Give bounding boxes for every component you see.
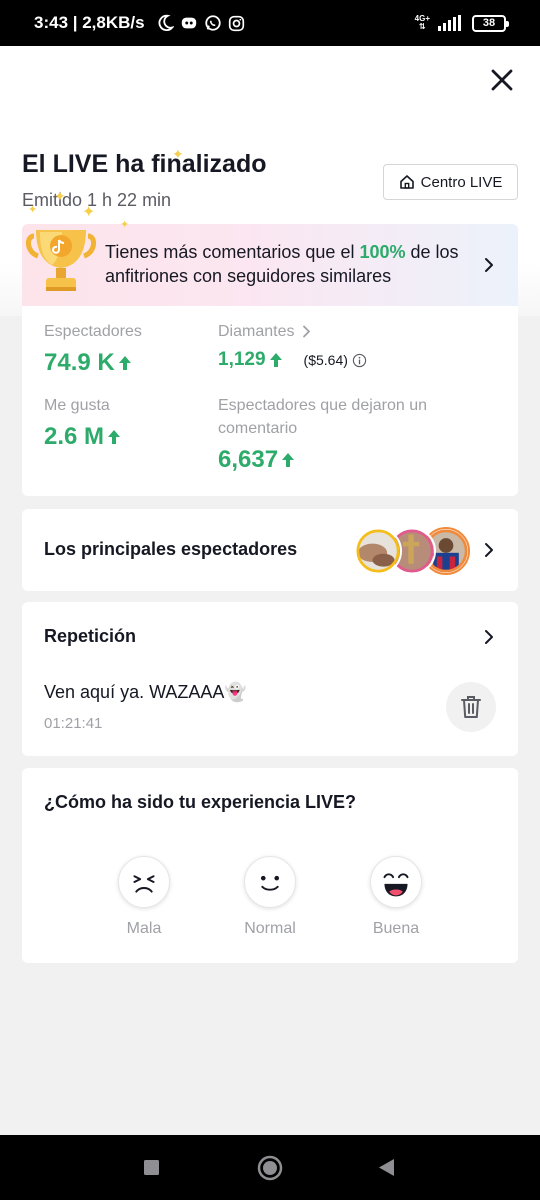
replay-clip-time: 01:21:41: [44, 715, 103, 732]
viewers-value: 74.9 K: [44, 349, 115, 376]
likes-value: 2.6 M: [44, 423, 105, 450]
status-bar: 3:43 | 2,8KB/s 4G+ ⇅ 38: [0, 0, 540, 46]
achievement-banner[interactable]: Tienes más comentarios que el 100% de lo…: [22, 224, 518, 306]
up-arrow-icon: [269, 353, 282, 367]
banner-percentage: 100%: [359, 242, 406, 262]
network-indicator: 4G+ ⇅: [414, 14, 430, 31]
top-viewers-title: Los principales espectadores: [44, 539, 298, 559]
battery-indicator: 38: [472, 14, 509, 32]
instagram-icon: [228, 15, 244, 31]
whatsapp-icon: [204, 15, 221, 31]
trophy-icon: [26, 230, 96, 291]
sad-face-icon[interactable]: [118, 856, 170, 908]
chevron-right-icon[interactable]: [482, 629, 496, 645]
banner-message: Tienes más comentarios que el 100% de lo…: [105, 242, 459, 286]
centro-live-button[interactable]: Centro LIVE: [383, 164, 518, 200]
diamonds-value: 1,129: [218, 349, 266, 370]
top-viewers-avatars: [354, 527, 470, 575]
home-icon: [399, 175, 414, 189]
sparkle-icon: ✦: [172, 146, 184, 162]
status-time-speed: 3:43 | 2,8KB/s: [34, 13, 145, 32]
diamonds-usd: ($5.64): [303, 352, 348, 368]
diamonds-label: Diamantes: [218, 323, 295, 340]
up-arrow-icon: [118, 356, 131, 370]
system-nav-bar: [0, 1135, 540, 1200]
stats-card: Tienes más comentarios que el 100% de lo…: [22, 224, 518, 496]
chevron-right-icon: [303, 325, 311, 338]
top-viewers-card[interactable]: Los principales espectadores: [22, 509, 518, 591]
sparkle-icon: ✦: [82, 204, 96, 221]
sparkle-icon: ✦: [120, 219, 130, 231]
neutral-face-icon[interactable]: [244, 856, 296, 908]
chevron-right-icon: [485, 543, 493, 557]
back-icon[interactable]: [378, 1158, 396, 1177]
chevron-right-icon: [485, 258, 493, 272]
info-icon[interactable]: [352, 353, 367, 368]
up-arrow-icon: [108, 430, 121, 444]
trash-icon: [461, 696, 481, 718]
rating-label-good: Buena: [372, 920, 420, 937]
sparkle-icon: ✦: [28, 204, 38, 216]
replay-clip-title[interactable]: Ven aquí ya. WAZAAA👻: [44, 682, 247, 703]
page-title: El LIVE ha finalizado: [22, 150, 267, 178]
live-duration: Emitido 1 h 22 min: [22, 190, 172, 210]
centro-live-label: Centro LIVE: [420, 173, 503, 191]
home-nav-icon[interactable]: [257, 1155, 283, 1181]
moon-icon: [158, 14, 174, 32]
up-arrow-icon: [282, 453, 295, 467]
rating-label-normal: Normal: [244, 920, 296, 937]
replay-card: Repetición Ven aquí ya. WAZAAA👻 01:21:41: [22, 602, 518, 756]
diamonds-stat[interactable]: Diamantes 1,129 ($5.64): [218, 320, 367, 371]
close-icon[interactable]: [490, 68, 514, 92]
experience-card: ¿Cómo ha sido tu experiencia LIVE? Mala …: [22, 768, 518, 963]
avatar: [354, 527, 402, 575]
experience-question: ¿Cómo ha sido tu experiencia LIVE?: [44, 792, 357, 812]
recents-icon[interactable]: [143, 1159, 160, 1176]
signal-icon: [438, 15, 461, 31]
delete-replay-button[interactable]: [446, 682, 496, 732]
likes-stat: Me gusta 2.6 M: [44, 394, 121, 451]
commenters-stat: Espectadores que dejaron un comentario 6…: [218, 394, 488, 474]
likes-label: Me gusta: [44, 397, 110, 414]
viewers-label: Espectadores: [44, 323, 142, 340]
rating-label-bad: Mala: [126, 920, 162, 937]
viewers-stat: Espectadores 74.9 K: [44, 320, 142, 377]
commenters-value: 6,637: [218, 446, 279, 473]
sparkle-icon: ✦: [54, 188, 66, 204]
discord-icon: [181, 17, 196, 29]
happy-face-icon[interactable]: [370, 856, 422, 908]
commenters-label: Espectadores que dejaron un comentario: [218, 397, 428, 437]
replay-title[interactable]: Repetición: [44, 626, 136, 647]
